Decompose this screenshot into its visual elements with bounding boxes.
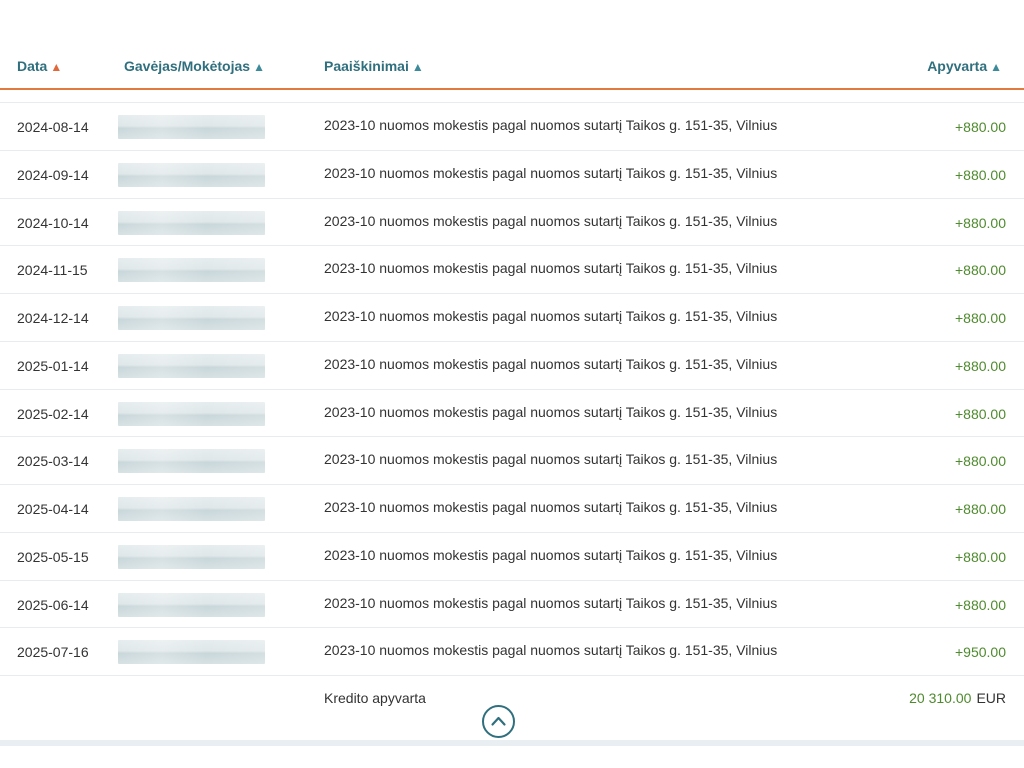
row-date: 2025-03-14 <box>17 453 89 469</box>
row-date: 2025-01-14 <box>17 358 89 374</box>
row-amount: +880.00 <box>955 262 1006 278</box>
row-payee-redacted <box>94 485 290 532</box>
row-date: 2025-02-14 <box>17 406 89 422</box>
row-payee-redacted <box>94 342 290 389</box>
redacted-name-blur <box>118 545 265 569</box>
redacted-name-blur <box>118 258 265 282</box>
row-description: 2023-10 nuomos mokestis pagal nuomos sut… <box>324 451 777 467</box>
redacted-name-blur <box>118 115 265 139</box>
row-amount: +880.00 <box>955 453 1006 469</box>
column-header-description[interactable]: Paaiškinimai▲ <box>324 57 424 76</box>
row-date: 2024-10-14 <box>17 215 89 231</box>
row-date: 2025-05-15 <box>17 549 89 565</box>
row-description: 2023-10 nuomos mokestis pagal nuomos sut… <box>324 642 777 658</box>
sort-arrow-icon: ▲ <box>412 60 424 74</box>
redacted-name-blur <box>118 306 265 330</box>
row-amount: +880.00 <box>955 597 1006 613</box>
sort-arrow-icon: ▲ <box>253 60 265 74</box>
row-date: 2024-12-14 <box>17 310 89 326</box>
row-date: 2025-04-14 <box>17 501 89 517</box>
credit-turnover-total: 20 310.00 EUR <box>909 690 1006 706</box>
row-date: 2024-08-14 <box>17 119 89 135</box>
row-payee-redacted <box>94 581 290 628</box>
redacted-name-blur <box>118 593 265 617</box>
redacted-name-blur <box>118 449 265 473</box>
table-row[interactable]: 2024-08-14 2023-10 nuomos mokestis pagal … <box>0 102 1024 150</box>
credit-turnover-label: Kredito apyvarta <box>324 690 426 706</box>
table-row[interactable]: 2025-04-14 2023-10 nuomos mokestis pagal … <box>0 484 1024 532</box>
row-amount: +880.00 <box>955 549 1006 565</box>
redacted-name-blur <box>118 211 265 235</box>
table-row[interactable]: 2025-06-14 2023-10 nuomos mokestis pagal … <box>0 580 1024 628</box>
row-date: 2025-07-16 <box>17 644 89 660</box>
page-divider <box>0 740 1024 746</box>
row-date: 2024-09-14 <box>17 167 89 183</box>
row-amount: +880.00 <box>955 310 1006 326</box>
table-row[interactable]: 2024-09-14 2023-10 nuomos mokestis pagal … <box>0 150 1024 198</box>
redacted-name-blur <box>118 354 265 378</box>
row-payee-redacted <box>94 294 290 341</box>
table-row[interactable]: 2025-01-14 2023-10 nuomos mokestis pagal … <box>0 341 1024 389</box>
row-amount: +880.00 <box>955 406 1006 422</box>
row-amount: +880.00 <box>955 167 1006 183</box>
row-payee-redacted <box>94 103 290 150</box>
redacted-name-blur <box>118 640 265 664</box>
row-description: 2023-10 nuomos mokestis pagal nuomos sut… <box>324 547 777 563</box>
redacted-name-blur <box>118 163 265 187</box>
table-row[interactable]: 2025-02-14 2023-10 nuomos mokestis pagal … <box>0 389 1024 437</box>
redacted-name-blur <box>118 402 265 426</box>
chevron-up-icon <box>490 713 507 730</box>
redacted-name-blur <box>118 497 265 521</box>
scroll-to-top-button[interactable] <box>482 705 515 738</box>
row-description: 2023-10 nuomos mokestis pagal nuomos sut… <box>324 165 777 181</box>
column-header-amount-label: Apyvarta <box>927 58 987 74</box>
row-date: 2024-11-15 <box>17 262 88 278</box>
credit-turnover-amount: 20 310.00 <box>909 690 971 706</box>
currency-label: EUR <box>976 690 1006 706</box>
transactions-table-body: 2024-08-14 2023-10 nuomos mokestis pagal … <box>0 102 1024 675</box>
column-header-amount[interactable]: Apyvarta▲ <box>927 57 1002 76</box>
row-payee-redacted <box>94 437 290 484</box>
table-row[interactable]: 2025-05-15 2023-10 nuomos mokestis pagal … <box>0 532 1024 580</box>
row-amount: +880.00 <box>955 358 1006 374</box>
row-payee-redacted <box>94 151 290 198</box>
table-row[interactable]: 2024-11-15 2023-10 nuomos mokestis pagal … <box>0 245 1024 293</box>
row-amount: +950.00 <box>955 644 1006 660</box>
column-header-description-label: Paaiškinimai <box>324 58 409 74</box>
row-amount: +880.00 <box>955 501 1006 517</box>
row-amount: +880.00 <box>955 215 1006 231</box>
row-description: 2023-10 nuomos mokestis pagal nuomos sut… <box>324 356 777 372</box>
sort-arrow-icon: ▲ <box>990 60 1002 74</box>
column-header-payee-label: Gavėjas/Mokėtojas <box>124 58 250 74</box>
row-date: 2025-06-14 <box>17 597 89 613</box>
table-header: Data▲ Gavėjas/Mokėtojas▲ Paaiškinimai▲ A… <box>0 0 1024 90</box>
row-description: 2023-10 nuomos mokestis pagal nuomos sut… <box>324 499 777 515</box>
column-header-date[interactable]: Data▲ <box>17 57 62 76</box>
column-header-date-label: Data <box>17 58 47 74</box>
row-payee-redacted <box>94 199 290 246</box>
row-description: 2023-10 nuomos mokestis pagal nuomos sut… <box>324 595 777 611</box>
row-description: 2023-10 nuomos mokestis pagal nuomos sut… <box>324 404 777 420</box>
row-payee-redacted <box>94 390 290 437</box>
row-description: 2023-10 nuomos mokestis pagal nuomos sut… <box>324 260 777 276</box>
row-payee-redacted <box>94 628 290 675</box>
sort-arrow-icon: ▲ <box>50 60 62 74</box>
table-row[interactable]: 2024-12-14 2023-10 nuomos mokestis pagal … <box>0 293 1024 341</box>
row-description: 2023-10 nuomos mokestis pagal nuomos sut… <box>324 117 777 133</box>
table-row[interactable]: 2025-07-16 2023-10 nuomos mokestis pagal … <box>0 627 1024 675</box>
table-row[interactable]: 2025-03-14 2023-10 nuomos mokestis pagal … <box>0 436 1024 484</box>
row-payee-redacted <box>94 533 290 580</box>
column-header-payee[interactable]: Gavėjas/Mokėtojas▲ <box>124 57 265 76</box>
table-row[interactable]: 2024-10-14 2023-10 nuomos mokestis pagal … <box>0 198 1024 246</box>
row-description: 2023-10 nuomos mokestis pagal nuomos sut… <box>324 308 777 324</box>
row-description: 2023-10 nuomos mokestis pagal nuomos sut… <box>324 213 777 229</box>
row-payee-redacted <box>94 246 290 293</box>
row-amount: +880.00 <box>955 119 1006 135</box>
